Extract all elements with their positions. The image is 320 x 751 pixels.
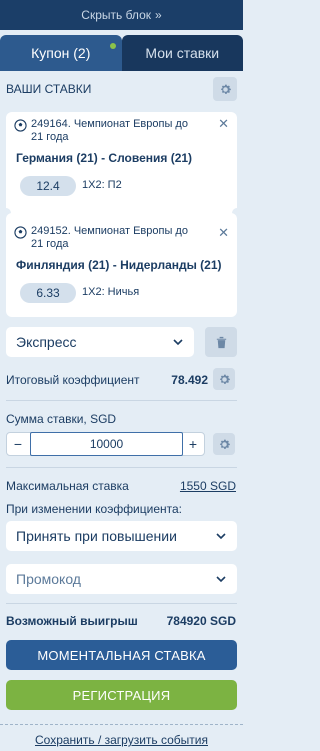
football-icon	[14, 226, 27, 239]
double-chevron-right-icon: »	[155, 8, 162, 22]
bet-event-name: 249164. Чемпионат Европы до 21 года	[31, 118, 188, 143]
gear-icon	[220, 84, 231, 94]
stake-settings-button[interactable]	[213, 433, 235, 455]
tab-bar: Купон (2) Мои ставки	[0, 35, 243, 71]
bet-type-value: Экспресс	[16, 334, 77, 350]
remove-bet-button[interactable]: ✕	[218, 116, 229, 132]
bet-card: 249164. Чемпионат Европы до 21 года ✕ Ге…	[6, 112, 237, 215]
section-title: ВАШИ СТАВКИ	[6, 82, 92, 96]
register-button[interactable]: РЕГИСТРАЦИЯ	[6, 680, 237, 710]
hide-block-button[interactable]: Скрыть блок »	[0, 0, 243, 30]
odds-change-value: Принять при повышении	[16, 528, 177, 544]
bet-market: 1Х2: П2	[82, 179, 122, 191]
odds-change-label: При изменении коэффициента:	[6, 502, 183, 516]
bet-teams: Финляндия (21) - Нидерланды (21)	[16, 258, 222, 272]
save-load-events-link[interactable]: Сохранить / загрузить события	[0, 733, 243, 747]
tab-my-bets-label: Мои ставки	[145, 45, 220, 61]
total-odds-label: Итоговый коэффициент	[6, 373, 140, 387]
promo-code-field[interactable]: Промокод	[6, 564, 237, 594]
max-stake-link[interactable]: 1550 SGD	[180, 479, 236, 493]
bet-card: 249152. Чемпионат Европы до 21 года ✕ Фи…	[6, 213, 237, 317]
possible-win-value: 784920 SGD	[166, 614, 236, 628]
bet-teams: Германия (21) - Словения (21)	[16, 151, 193, 165]
bet-market: 1Х2: Ничья	[82, 286, 140, 298]
bet-type-select[interactable]: Экспресс	[6, 327, 194, 357]
divider	[6, 603, 237, 604]
tab-coupon-label: Купон (2)	[31, 45, 91, 61]
bet-odds: 6.33	[20, 283, 76, 303]
tab-my-bets[interactable]: Мои ставки	[121, 35, 243, 71]
divider	[6, 467, 237, 468]
chevron-down-icon	[216, 576, 226, 583]
possible-win-label: Возможный выигрыш	[6, 614, 138, 628]
coupon-settings-button[interactable]	[213, 77, 237, 101]
stake-stepper: − +	[6, 432, 205, 456]
football-icon	[14, 119, 27, 132]
odds-change-select[interactable]: Принять при повышении	[6, 521, 237, 551]
clear-coupon-button[interactable]	[205, 327, 237, 357]
stake-increase-button[interactable]: +	[182, 433, 204, 455]
total-odds-value: 78.492	[171, 373, 208, 387]
dashed-divider	[0, 724, 243, 725]
notification-dot	[109, 43, 116, 49]
hide-block-label: Скрыть блок	[81, 8, 151, 22]
gear-icon	[219, 439, 230, 449]
gear-icon	[219, 374, 230, 384]
promo-code-placeholder: Промокод	[16, 571, 81, 587]
divider	[6, 400, 237, 401]
tab-coupon[interactable]: Купон (2)	[0, 35, 122, 71]
chevron-down-icon	[173, 339, 183, 346]
instant-bet-button[interactable]: МОМЕНТАЛЬНАЯ СТАВКА	[6, 640, 237, 670]
odds-settings-button[interactable]	[213, 368, 235, 390]
bet-odds: 12.4	[20, 176, 76, 196]
chevron-down-icon	[216, 533, 226, 540]
bet-event: 249152. Чемпионат Европы до 21 года	[14, 225, 194, 251]
remove-bet-button[interactable]: ✕	[218, 225, 229, 241]
stake-input[interactable]	[30, 432, 183, 456]
stake-decrease-button[interactable]: −	[7, 433, 29, 455]
bet-event: 249164. Чемпионат Европы до 21 года	[14, 118, 194, 144]
stake-label: Сумма ставки, SGD	[6, 412, 117, 426]
bet-event-name: 249152. Чемпионат Европы до 21 года	[31, 225, 188, 250]
max-stake-label: Максимальная ставка	[6, 479, 129, 493]
trash-icon	[216, 336, 226, 348]
